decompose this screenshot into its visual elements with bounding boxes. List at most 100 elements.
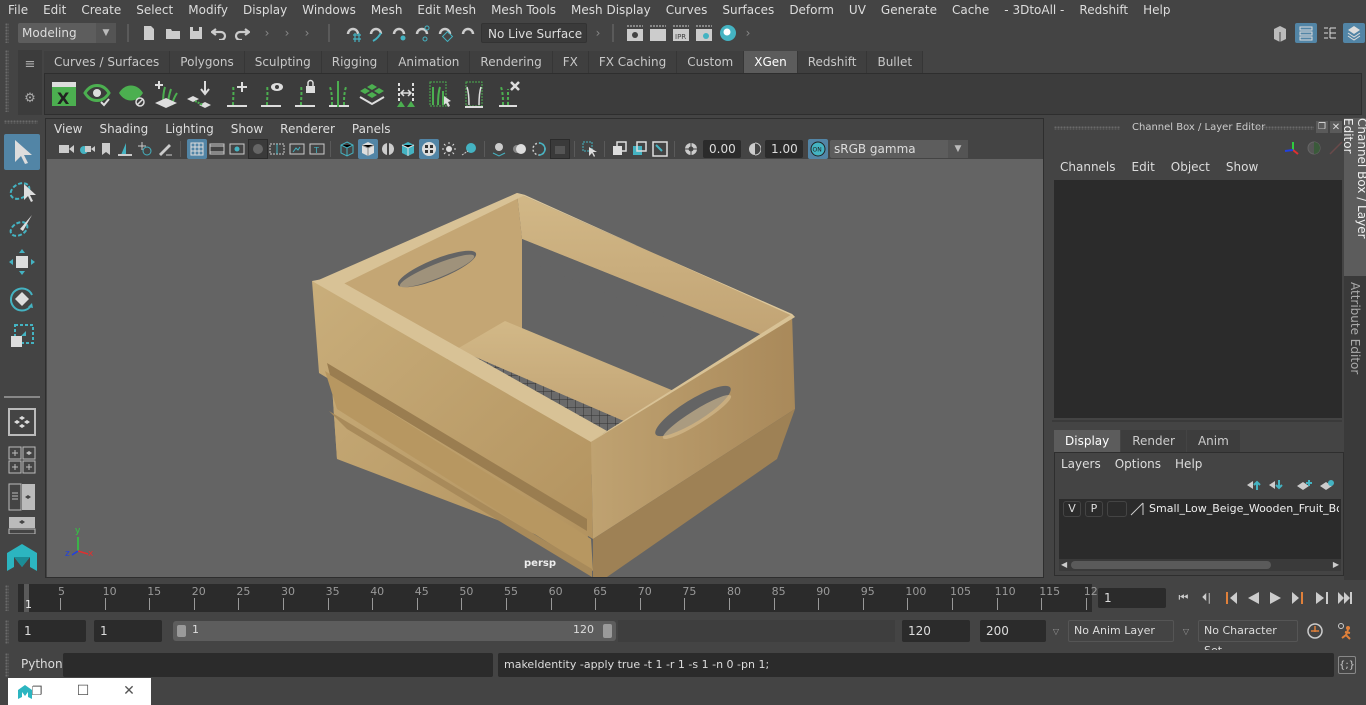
layers-menu[interactable]: Layers: [1061, 457, 1115, 471]
hypershade-icon[interactable]: [718, 23, 738, 43]
shelf-tab-fx-caching[interactable]: FX Caching: [588, 51, 678, 73]
four-pane-layout-icon[interactable]: [8, 446, 36, 474]
snap-to-view-plane-icon[interactable]: [412, 23, 432, 43]
shelf-tab-sculpting[interactable]: Sculpting: [244, 51, 322, 73]
layer-list-hscrollbar[interactable]: ◀ ▶: [1059, 559, 1341, 571]
render-settings-icon[interactable]: [694, 24, 714, 42]
snap-to-grid-icon[interactable]: [343, 23, 363, 43]
gamma-field[interactable]: 1.00: [765, 140, 803, 158]
xgen-delete-guides-icon[interactable]: [493, 79, 523, 109]
xgen-preview-icon[interactable]: [83, 80, 111, 108]
menu-edit-mesh[interactable]: Edit Mesh: [409, 0, 483, 20]
layer-tab-anim[interactable]: Anim: [1186, 430, 1240, 452]
menu-redshift[interactable]: Redshift: [1071, 0, 1135, 20]
camera-attributes-icon[interactable]: [78, 140, 96, 158]
channels-menu[interactable]: Channels: [1054, 160, 1124, 174]
workspace-mode-dropdown[interactable]: Modeling ▼: [18, 23, 116, 43]
make-live-icon[interactable]: [435, 23, 455, 43]
scale-tool-icon[interactable]: [4, 318, 40, 354]
close-window-icon[interactable]: ✕: [120, 682, 138, 700]
menu-display[interactable]: Display: [235, 0, 294, 20]
gamma-icon[interactable]: [748, 140, 762, 158]
shelf-tab-rendering[interactable]: Rendering: [470, 51, 553, 73]
collapse-arrow-icon[interactable]: ›: [743, 23, 753, 43]
menu-deform[interactable]: Deform: [781, 0, 841, 20]
options-menu[interactable]: Options: [1115, 457, 1175, 471]
timeline-track[interactable]: 1 5 10 15 20 25 30 35 40 45 50 55 60 65 70 75 80 85 90 95 1…: [18, 584, 1098, 612]
xray-active-components-icon[interactable]: [651, 140, 669, 158]
playback-end-field[interactable]: 120: [902, 620, 970, 642]
range-start-handle[interactable]: [177, 625, 186, 637]
collapse-arrow-icon[interactable]: ›: [282, 23, 292, 43]
anim-layer-dropdown-arrow-icon[interactable]: ▽: [1050, 624, 1062, 638]
panel-splitter[interactable]: [1052, 420, 1342, 422]
layer-tab-render[interactable]: Render: [1121, 430, 1186, 452]
shelf-tab-bullet[interactable]: Bullet: [867, 51, 924, 73]
attribute-editor-toggle-icon[interactable]: [1295, 23, 1317, 43]
anim-layer-field[interactable]: No Anim Layer: [1068, 620, 1174, 642]
range-end-handle[interactable]: [603, 624, 612, 638]
layer-visibility-toggle[interactable]: V: [1063, 501, 1081, 517]
collapse-arrow-icon[interactable]: ›: [262, 23, 272, 43]
help-menu[interactable]: Help: [1175, 457, 1202, 471]
shelf-tab-polygons[interactable]: Polygons: [170, 51, 245, 73]
step-back-key-icon[interactable]: [1220, 588, 1239, 608]
snap-magnet-icon[interactable]: [458, 23, 478, 43]
character-set-field[interactable]: No Character Set: [1198, 620, 1298, 657]
viewport-menu-shading[interactable]: Shading: [91, 122, 157, 136]
wireframe-icon[interactable]: [338, 140, 356, 158]
open-scene-icon[interactable]: [163, 23, 183, 43]
play-backwards-icon[interactable]: [1243, 588, 1262, 608]
isolate-select-icon[interactable]: [581, 140, 599, 158]
menu-file[interactable]: File: [0, 0, 35, 20]
wireframe-on-shaded-icon[interactable]: [399, 140, 417, 158]
default-material-icon[interactable]: [379, 140, 397, 158]
xray-joints-icon[interactable]: [631, 140, 649, 158]
restore-icon[interactable]: ❐: [30, 683, 44, 699]
side-tab-channel-box[interactable]: Channel Box / Layer Editor: [1341, 118, 1366, 276]
collapse-arrow-icon[interactable]: ›: [593, 23, 603, 43]
move-layer-down-icon[interactable]: [1267, 477, 1285, 493]
layer-playback-toggle[interactable]: P: [1085, 501, 1103, 517]
range-slider[interactable]: 1 120: [173, 621, 616, 641]
new-layer-icon[interactable]: [1295, 477, 1313, 493]
2d-pan-zoom-icon[interactable]: [136, 140, 154, 158]
motion-blur-icon[interactable]: [510, 140, 528, 158]
go-to-start-icon[interactable]: ⏮: [1174, 588, 1193, 608]
show-menu[interactable]: Show: [1218, 160, 1266, 174]
film-gate-icon[interactable]: [208, 140, 226, 158]
exposure-icon[interactable]: [682, 140, 700, 158]
xray-icon[interactable]: [611, 140, 629, 158]
scrollbar-thumb[interactable]: [1071, 561, 1271, 569]
viewport-menu-view[interactable]: View: [46, 122, 91, 136]
field-chart-icon[interactable]: [268, 140, 286, 158]
shelf-tab-redshift[interactable]: Redshift: [797, 51, 868, 73]
xgen-select-guides-icon[interactable]: [425, 79, 455, 109]
xgen-place-guides-icon[interactable]: [185, 79, 215, 109]
render-view-icon[interactable]: [625, 24, 645, 42]
save-scene-icon[interactable]: [187, 23, 205, 43]
menu-modify[interactable]: Modify: [180, 0, 235, 20]
xgen-attract-guides-icon[interactable]: [391, 79, 421, 109]
shadows-icon[interactable]: [460, 140, 478, 158]
xgen-split-guides-icon[interactable]: [323, 79, 353, 109]
shelf-grip[interactable]: [5, 50, 9, 112]
snap-to-curve-icon[interactable]: [366, 23, 386, 43]
step-back-frame-icon[interactable]: ⏴|: [1197, 588, 1216, 608]
view-transform-dropdown[interactable]: sRGB gamma ▼: [830, 140, 968, 158]
menu-curves[interactable]: Curves: [658, 0, 715, 20]
shelf-tab-rigging[interactable]: Rigging: [321, 51, 389, 73]
manipulator-axis-icon[interactable]: [1282, 138, 1302, 158]
move-layer-up-icon[interactable]: [1245, 477, 1263, 493]
menu-uv[interactable]: UV: [841, 0, 873, 20]
script-language-toggle[interactable]: Python: [21, 657, 63, 671]
layer-name[interactable]: Small_Low_Beige_Wooden_Fruit_Box: [1149, 502, 1339, 515]
toolbar-grip[interactable]: [5, 23, 9, 43]
playback-start-field[interactable]: 1: [94, 620, 162, 642]
new-scene-icon[interactable]: [140, 23, 158, 43]
paint-select-tool-icon[interactable]: [4, 208, 40, 244]
move-tool-icon[interactable]: [4, 244, 40, 280]
color-management-toggle[interactable]: ON: [808, 139, 828, 159]
xgen-show-guides-icon[interactable]: [255, 79, 285, 109]
menu-create[interactable]: Create: [73, 0, 128, 20]
